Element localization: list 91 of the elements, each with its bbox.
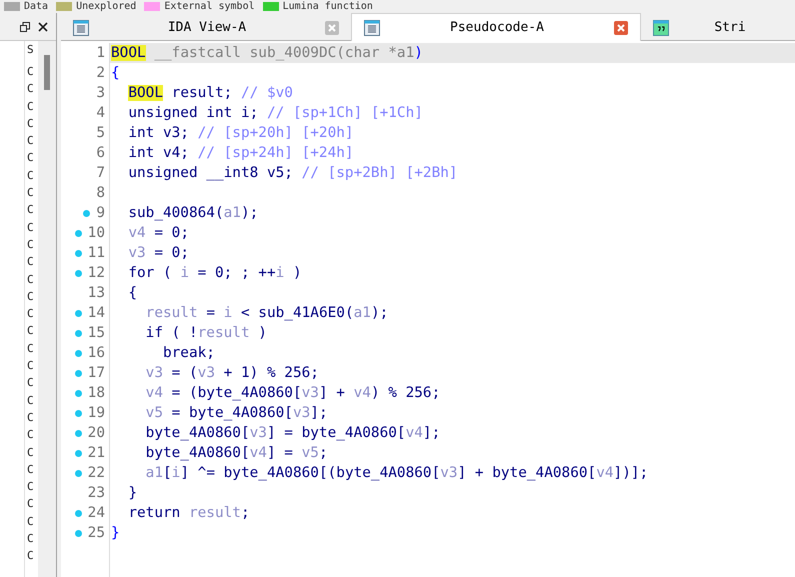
restore-icon[interactable] xyxy=(20,22,30,32)
list-entry[interactable]: C xyxy=(25,270,38,288)
code-line: v4 = (byte_4A0860[v3] + v4) % 256; xyxy=(144,385,440,401)
code-line: v5 = byte_4A0860[v3]; xyxy=(144,405,328,421)
code-line: v3 = 0; xyxy=(127,245,189,261)
line-number: 8 xyxy=(96,184,105,203)
list-window-icon xyxy=(73,20,89,36)
legend-label: Lumina function xyxy=(282,2,373,12)
list-window-icon xyxy=(364,20,380,36)
list-entry[interactable]: C xyxy=(25,98,38,115)
list-entry[interactable]: C xyxy=(25,149,38,167)
legend-label: Unexplored xyxy=(76,2,136,12)
line-number: 16 xyxy=(88,344,105,363)
list-entry[interactable]: C xyxy=(25,478,38,496)
code-line: for ( i = 0; ; ++i ) xyxy=(127,265,302,281)
line-number: 2 xyxy=(96,64,105,83)
list-entry[interactable]: C xyxy=(25,495,38,513)
list-entry[interactable]: C xyxy=(25,426,38,444)
line-number: 15 xyxy=(88,324,105,343)
line-number: 12 xyxy=(88,264,105,283)
list-entry[interactable]: C xyxy=(25,166,38,184)
scrollbar[interactable] xyxy=(38,41,56,577)
line-number: 9 xyxy=(96,204,105,223)
code-line: unsigned int i; // [sp+1Ch] [+1Ch] xyxy=(127,105,423,121)
line-number: 5 xyxy=(96,124,105,143)
code-line: return result; xyxy=(127,505,250,521)
code-line: v4 = 0; xyxy=(127,225,189,241)
code-line: } xyxy=(127,485,137,501)
list-entry[interactable]: C xyxy=(25,460,38,478)
list-entry[interactable]: C xyxy=(25,444,38,461)
list-entry[interactable]: C xyxy=(25,184,38,202)
line-number: 4 xyxy=(96,104,105,123)
list-entry[interactable]: C xyxy=(25,201,38,219)
list-entry[interactable]: C xyxy=(25,114,38,132)
list-entry[interactable]: C xyxy=(25,512,38,530)
line-number: 3 xyxy=(96,84,105,103)
code-line: byte_4A0860[v3] = byte_4A0860[v4]; xyxy=(144,425,440,441)
line-number: 14 xyxy=(88,304,105,323)
line-number: 6 xyxy=(96,144,105,163)
code-line: sub_400864(a1); xyxy=(127,205,258,221)
list-entry[interactable]: C xyxy=(25,288,38,306)
list-entry[interactable]: C xyxy=(25,80,38,98)
list-entry[interactable]: C xyxy=(25,305,38,322)
list-entry[interactable]: C xyxy=(25,218,38,236)
list-entry[interactable]: C xyxy=(25,374,38,392)
code-line: if ( !result ) xyxy=(144,325,267,341)
line-number: 19 xyxy=(88,404,105,423)
code-line: unsigned __int8 v5; // [sp+2Bh] [+2Bh] xyxy=(127,165,458,181)
line-number: 10 xyxy=(88,224,105,243)
line-number: 20 xyxy=(88,424,105,443)
tab[interactable]: Pseudocode-A xyxy=(351,13,641,41)
line-number: 25 xyxy=(88,524,105,543)
list-entry[interactable]: C xyxy=(25,547,38,565)
legend-label: Data xyxy=(24,2,48,12)
line-number: 1 xyxy=(96,44,105,63)
close-icon[interactable] xyxy=(38,22,48,32)
line-number: 7 xyxy=(96,164,105,183)
scrollbar-thumb[interactable] xyxy=(44,55,50,90)
list-entry[interactable]: C xyxy=(25,408,38,426)
code-line: break; xyxy=(162,345,215,361)
column-header[interactable]: S xyxy=(25,41,38,63)
code-line: } xyxy=(110,525,120,541)
list-entry[interactable]: C xyxy=(25,132,38,150)
code-line: { xyxy=(127,285,137,301)
list-entry[interactable]: C xyxy=(25,322,38,340)
legend-label: External symbol xyxy=(164,2,255,12)
code-line: BOOL __fastcall sub_4009DC(char *a1) xyxy=(110,45,423,61)
line-number: 23 xyxy=(88,484,105,503)
list-entry[interactable]: C xyxy=(25,357,38,374)
code-line: BOOL result; // $v0 xyxy=(127,85,293,101)
line-number: 24 xyxy=(88,504,105,523)
line-number: 21 xyxy=(88,444,105,463)
line-number: 11 xyxy=(88,244,105,263)
line-number: 22 xyxy=(88,464,105,483)
list-entry[interactable]: C xyxy=(25,530,38,548)
code-line: a1[i] ^= byte_4A0860[(byte_4A0860[v3] + byte_4A0860[v4])]; xyxy=(144,465,648,481)
list-entry[interactable]: C xyxy=(25,236,38,254)
code-line: result = i < sub_41A6E0(a1); xyxy=(144,305,388,321)
line-number: 13 xyxy=(88,284,105,303)
line-number: 17 xyxy=(88,364,105,383)
quote-window-icon xyxy=(653,20,669,36)
code-line: v3 = (v3 + 1) % 256; xyxy=(144,365,319,381)
code-line: int v3; // [sp+20h] [+20h] xyxy=(127,125,354,141)
line-number: 18 xyxy=(88,384,105,403)
list-entry[interactable]: C xyxy=(25,63,38,80)
list-entry[interactable]: C xyxy=(25,392,38,409)
code-line: byte_4A0860[v4] = v5; xyxy=(144,445,328,461)
code-line: int v4; // [sp+24h] [+24h] xyxy=(127,145,354,161)
list-entry[interactable]: C xyxy=(25,340,38,358)
code-line: { xyxy=(110,65,120,81)
list-entry[interactable]: C xyxy=(25,253,38,271)
